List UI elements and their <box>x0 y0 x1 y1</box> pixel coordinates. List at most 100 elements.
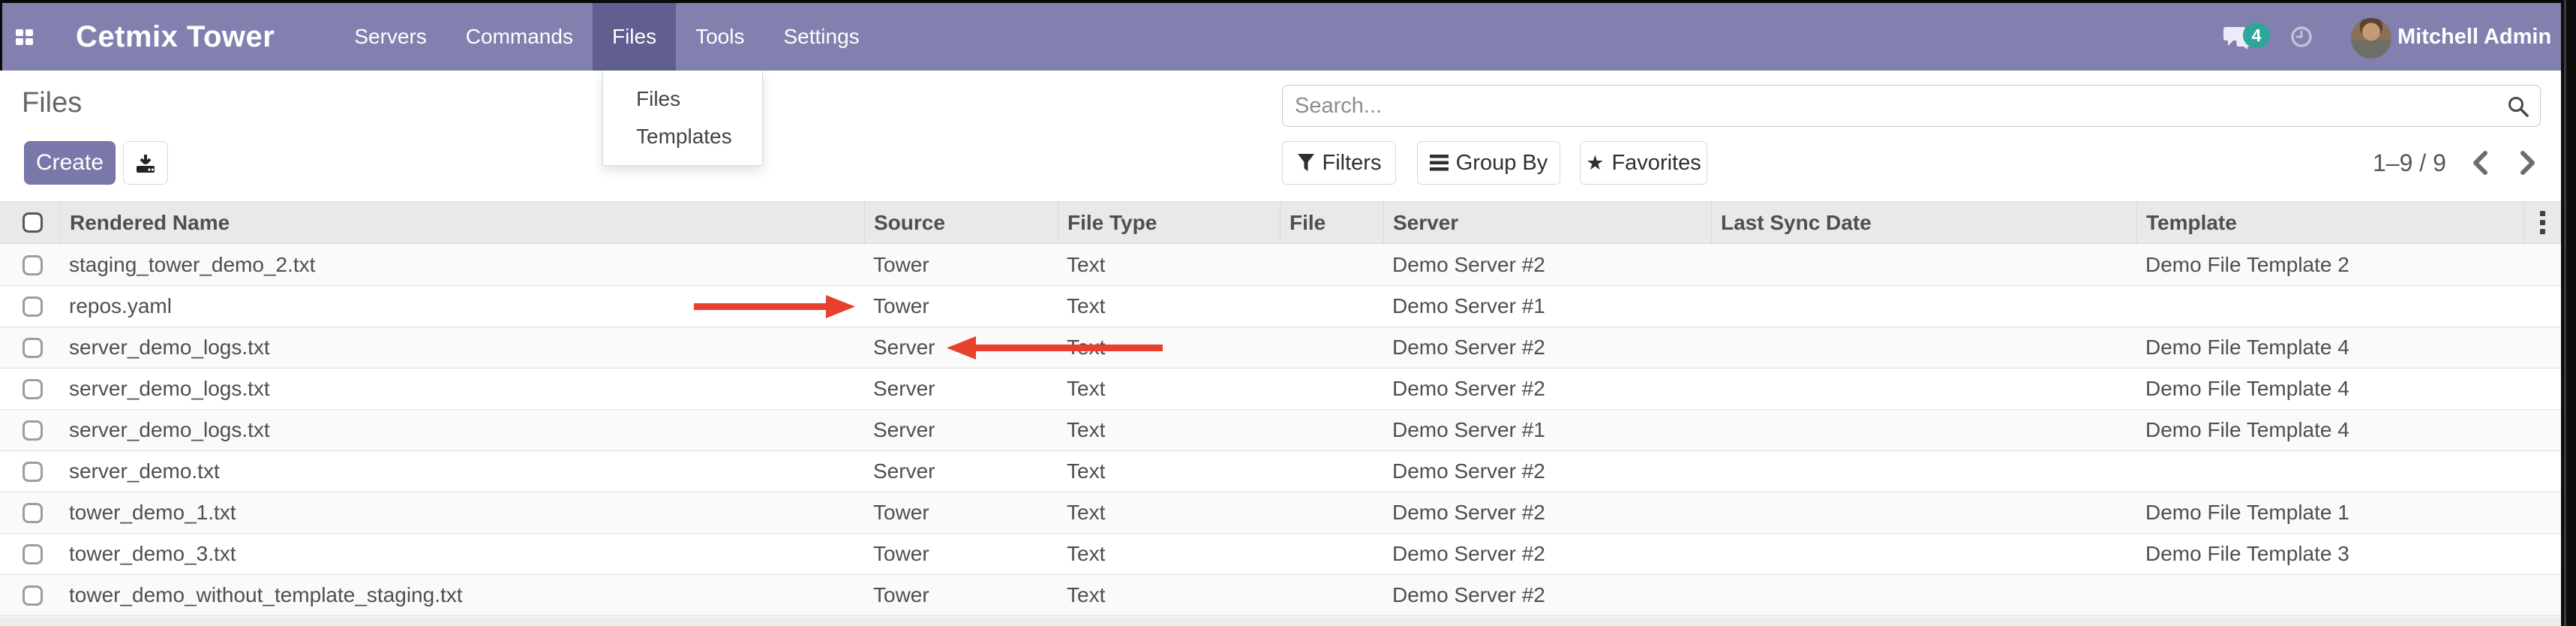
cetmix-tower-files-page: Cetmix Tower ServersCommandsFilesToolsSe… <box>0 0 2576 626</box>
row-select-cell <box>0 492 60 533</box>
cell-file <box>1280 369 1383 409</box>
row-checkbox[interactable] <box>23 379 43 399</box>
filter-funnel-icon <box>1297 153 1315 173</box>
row-select-cell <box>0 575 60 615</box>
nav-item-servers[interactable]: Servers <box>335 3 446 71</box>
cell-template <box>2136 451 2523 492</box>
cell-source: Server <box>864 451 1058 492</box>
column-header-file-type[interactable]: File Type <box>1058 202 1280 243</box>
nav-item-tools[interactable]: Tools <box>676 3 764 71</box>
cell-spacer <box>2523 534 2561 574</box>
cell-rendered-name: staging_tower_demo_2.txt <box>60 245 864 285</box>
cell-server: Demo Server #2 <box>1383 534 1711 574</box>
table-row[interactable]: repos.yamlTowerTextDemo Server #1 <box>0 286 2561 327</box>
table-row[interactable]: tower_demo_without_template_staging.txtT… <box>0 575 2561 616</box>
row-checkbox[interactable] <box>23 296 43 317</box>
cell-template: Demo File Template 1 <box>2136 492 2523 533</box>
column-header-template[interactable]: Template <box>2136 202 2523 243</box>
column-header-server[interactable]: Server <box>1383 202 1711 243</box>
cell-spacer <box>2523 245 2561 285</box>
cell-rendered-name: server_demo_logs.txt <box>60 369 864 409</box>
dropdown-item-templates[interactable]: Templates <box>603 118 762 155</box>
cell-file-type: Text <box>1058 245 1280 285</box>
column-header-file[interactable]: File <box>1280 202 1383 243</box>
row-checkbox[interactable] <box>23 585 43 606</box>
app-brand[interactable]: Cetmix Tower <box>76 20 275 54</box>
table-row[interactable]: server_demo_logs.txtServerTextDemo Serve… <box>0 327 2561 369</box>
row-checkbox[interactable] <box>23 338 43 358</box>
cell-server: Demo Server #1 <box>1383 410 1711 450</box>
nav-item-settings[interactable]: Settings <box>764 3 878 71</box>
table-row[interactable]: tower_demo_1.txtTowerTextDemo Server #2D… <box>0 492 2561 534</box>
cell-last-sync-date <box>1711 451 2136 492</box>
row-checkbox[interactable] <box>23 462 43 482</box>
row-select-cell <box>0 369 60 409</box>
row-select-cell <box>0 286 60 327</box>
apps-grid-icon[interactable] <box>16 29 33 45</box>
cell-rendered-name: tower_demo_3.txt <box>60 534 864 574</box>
cell-rendered-name: tower_demo_1.txt <box>60 492 864 533</box>
cell-template: Demo File Template 4 <box>2136 410 2523 450</box>
red-arrow-pointing-right <box>694 291 855 322</box>
cell-file-type: Text <box>1058 286 1280 327</box>
import-button[interactable] <box>123 141 168 185</box>
nav-item-files[interactable]: Files <box>593 3 676 71</box>
star-icon: ★ <box>1586 153 1604 173</box>
cell-server: Demo Server #2 <box>1383 245 1711 285</box>
nav-item-commands[interactable]: Commands <box>446 3 593 71</box>
cell-server: Demo Server #2 <box>1383 369 1711 409</box>
window-top-edge <box>0 0 2576 3</box>
favorites-button[interactable]: ★ Favorites <box>1580 141 1707 185</box>
dropdown-item-files[interactable]: Files <box>603 80 762 118</box>
row-checkbox[interactable] <box>23 503 43 523</box>
red-arrow-pointing-left <box>947 333 1164 363</box>
cell-spacer <box>2523 410 2561 450</box>
create-button[interactable]: Create <box>24 141 116 185</box>
cell-file <box>1280 327 1383 368</box>
row-select-cell <box>0 327 60 368</box>
cell-last-sync-date <box>1711 410 2136 450</box>
column-header-source[interactable]: Source <box>864 202 1058 243</box>
pager-next-icon[interactable] <box>2520 151 2536 175</box>
cell-rendered-name: server_demo.txt <box>60 451 864 492</box>
cell-spacer <box>2523 451 2561 492</box>
cell-source: Tower <box>864 534 1058 574</box>
table-row[interactable]: staging_tower_demo_2.txtTowerText Demo Se… <box>0 245 2561 286</box>
cell-file <box>1280 245 1383 285</box>
cell-server: Demo Server #2 <box>1383 575 1711 615</box>
cell-file-type: Text <box>1058 451 1280 492</box>
row-select-cell <box>0 410 60 450</box>
table-row[interactable]: server_demo_logs.txtServerTextDemo Serve… <box>0 369 2561 410</box>
column-header-rendered-name[interactable]: Rendered Name <box>60 202 864 243</box>
table-body: staging_tower_demo_2.txtTowerTextDemo Se… <box>0 245 2561 616</box>
row-checkbox[interactable] <box>23 544 43 564</box>
user-avatar[interactable] <box>2351 18 2391 59</box>
cell-template <box>2136 575 2523 615</box>
cell-file-type: Text <box>1058 410 1280 450</box>
search-bar <box>1282 85 2541 127</box>
search-icon[interactable] <box>2507 95 2529 122</box>
activities-clock-icon[interactable] <box>2290 3 2313 71</box>
column-header-last-sync-date[interactable]: Last Sync Date <box>1711 202 2136 243</box>
cell-last-sync-date <box>1711 245 2136 285</box>
pager-previous-icon[interactable] <box>2472 151 2488 175</box>
group-by-button[interactable]: Group By <box>1417 141 1560 185</box>
user-menu[interactable]: Mitchell Admin <box>2397 3 2551 71</box>
window-left-edge <box>0 0 2 71</box>
page-title: Files <box>22 87 82 119</box>
table-row[interactable]: tower_demo_3.txtTowerTextDemo Server #2D… <box>0 534 2561 575</box>
table-row[interactable]: server_demo.txtServerTextDemo Server #2 <box>0 451 2561 492</box>
row-select-cell <box>0 451 60 492</box>
optional-columns-icon[interactable] <box>2540 220 2545 225</box>
cell-spacer <box>2523 327 2561 368</box>
cell-file <box>1280 575 1383 615</box>
row-checkbox[interactable] <box>23 420 43 441</box>
select-all-checkbox[interactable] <box>23 212 43 233</box>
row-checkbox[interactable] <box>23 255 43 275</box>
search-input[interactable] <box>1283 86 2540 126</box>
cell-rendered-name: server_demo_logs.txt <box>60 327 864 368</box>
cell-source: Tower <box>864 245 1058 285</box>
filters-button[interactable]: Filters <box>1282 141 1396 185</box>
cell-file <box>1280 286 1383 327</box>
table-row[interactable]: server_demo_logs.txtServerTextDemo Serve… <box>0 410 2561 451</box>
